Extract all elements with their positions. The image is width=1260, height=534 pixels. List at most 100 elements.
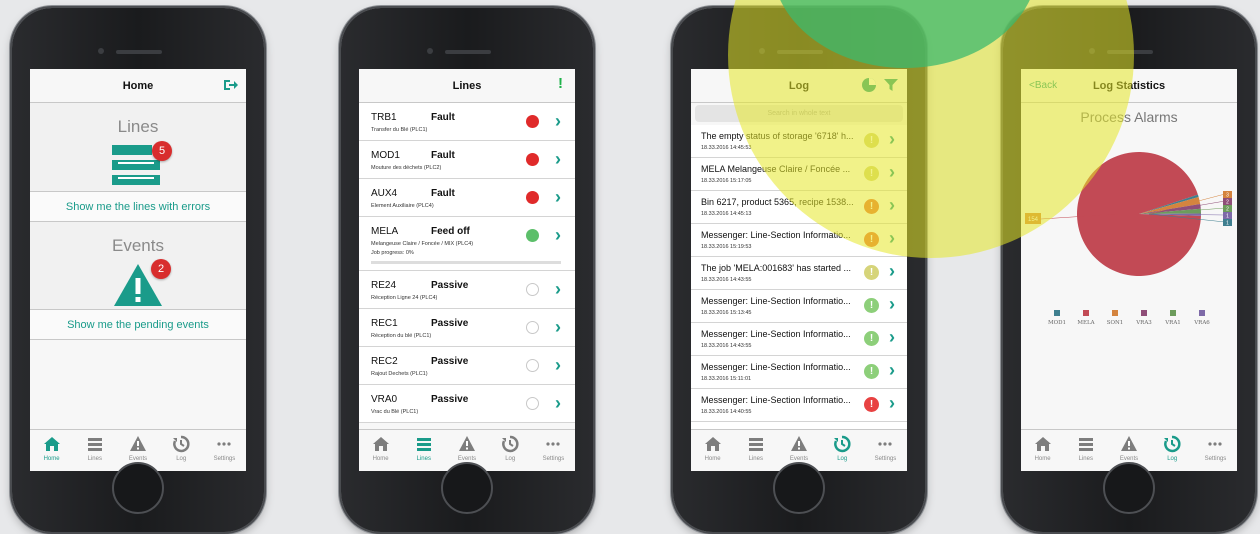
chevron-right-icon[interactable]: ›	[889, 129, 895, 150]
nav-bar: <Back Log Statistics	[1021, 69, 1237, 103]
job-progress: Job progress: 0%	[371, 250, 414, 256]
chevron-right-icon[interactable]: ›	[555, 317, 561, 338]
log-message: MELA Melangeuse Claire / Foncée ...	[701, 164, 851, 174]
tab-label: Settings	[1204, 456, 1227, 462]
chevron-right-icon[interactable]: ›	[889, 327, 895, 348]
legend-label: MOD1	[1047, 320, 1067, 326]
legend-label: SON1	[1106, 320, 1124, 326]
events-card-title: Events	[112, 236, 164, 255]
home-button[interactable]	[112, 462, 164, 514]
legend-item[interactable]: MOD1	[1043, 310, 1071, 326]
lines-card[interactable]: Lines 5 Show me the lines with errors	[30, 103, 246, 222]
chevron-right-icon[interactable]: ›	[555, 225, 561, 246]
tab-settings[interactable]: Settings	[1194, 430, 1237, 471]
legend-swatch	[1054, 310, 1060, 316]
tab-home[interactable]: Home	[691, 430, 734, 471]
more-icon	[878, 442, 893, 446]
home-button[interactable]	[773, 462, 825, 514]
log-entry[interactable]: Messenger: Line-Section Informatio... 18.…	[691, 224, 907, 257]
tab-log[interactable]: Log	[160, 430, 203, 471]
chevron-right-icon[interactable]: ›	[555, 187, 561, 208]
search-input[interactable]: Search in whole text	[695, 105, 903, 122]
lines-icon	[416, 438, 431, 451]
log-entry[interactable]: Messenger: Line-Section Informatio... 18.…	[691, 290, 907, 323]
log-message: The job 'MELA:001683' has started ...	[701, 263, 852, 273]
tab-home[interactable]: Home	[30, 430, 73, 471]
line-row[interactable]: VRA0 Passive Vrac du Blé (PLC1) ›	[359, 385, 575, 423]
tab-home[interactable]: Home	[359, 430, 402, 471]
events-card[interactable]: Events 2 Show me the pending events	[30, 222, 246, 340]
chevron-right-icon[interactable]: ›	[889, 162, 895, 183]
line-row[interactable]: MOD1 Fault Mouture des déchets (PLC2) ›	[359, 141, 575, 179]
tab-log[interactable]: Log	[489, 430, 532, 471]
tab-label: Log	[176, 456, 187, 462]
chevron-right-icon[interactable]: ›	[555, 393, 561, 414]
log-entry[interactable]: Messenger: Line-Section Informatio... 18.…	[691, 356, 907, 389]
chevron-right-icon[interactable]: ›	[889, 393, 895, 414]
status-empty-dot	[526, 321, 539, 334]
tab-lines[interactable]: Lines	[73, 430, 116, 471]
log-entry[interactable]: Messenger: Line-Section Informatio... 18.…	[691, 323, 907, 356]
chevron-right-icon[interactable]: ›	[889, 294, 895, 315]
tab-label: Lines	[1078, 456, 1093, 462]
tab-lines[interactable]: Lines	[1064, 430, 1107, 471]
log-entry[interactable]: The job 'MELA:001683' has started ... 18.…	[691, 257, 907, 290]
chevron-right-icon[interactable]: ›	[555, 355, 561, 376]
line-row[interactable]: RE24 Passive Réception Ligne 24 (PLC4) ›	[359, 271, 575, 309]
line-description: Transfer du Blé (PLC1)	[371, 127, 428, 133]
tab-log[interactable]: Log	[821, 430, 864, 471]
legend-item[interactable]: SON1	[1101, 310, 1129, 326]
status-empty-dot	[526, 397, 539, 410]
pending-events-link[interactable]: Show me the pending events	[30, 309, 246, 339]
phone-lines: Lines ! TRB1 Fault Transfer du Blé (PLC1) ›…	[341, 8, 593, 532]
line-row[interactable]: REC1 Passive Réception du blé (PLC1) ›	[359, 309, 575, 347]
lines-error-badge: 5	[152, 141, 172, 161]
log-entry[interactable]: The empty status of storage '6718' h... 1…	[691, 125, 907, 158]
chevron-right-icon[interactable]: ›	[555, 149, 561, 170]
alert-icon[interactable]: !	[558, 75, 563, 92]
home-button[interactable]	[1103, 462, 1155, 514]
legend-label: VRA6	[1194, 320, 1210, 326]
line-row[interactable]: REC2 Passive Rajout Dechets (PLC1) ›	[359, 347, 575, 385]
home-screen: Home Lines 5 Show me the lines with erro…	[30, 69, 246, 471]
chevron-right-icon[interactable]: ›	[889, 261, 895, 282]
progress-bar	[371, 261, 561, 264]
line-row[interactable]: TRB1 Fault Transfer du Blé (PLC1) ›	[359, 103, 575, 141]
lines-errors-link[interactable]: Show me the lines with errors	[30, 191, 246, 221]
log-message: Messenger: Line-Section Informatio...	[701, 230, 851, 240]
tab-home[interactable]: Home	[1021, 430, 1064, 471]
chevron-right-icon[interactable]: ›	[889, 228, 895, 249]
tab-settings[interactable]: Settings	[864, 430, 907, 471]
line-description: Mouture des déchets (PLC2)	[371, 165, 442, 171]
tab-settings[interactable]: Settings	[203, 430, 246, 471]
log-entry[interactable]: MELA Melangeuse Claire / Foncée ... 18.33…	[691, 158, 907, 191]
tab-label: Home	[1034, 456, 1051, 462]
pie-chart-icon[interactable]	[861, 77, 877, 93]
chevron-right-icon[interactable]: ›	[555, 111, 561, 132]
tab-log[interactable]: Log	[1151, 430, 1194, 471]
legend-item[interactable]: VRA3	[1130, 310, 1158, 326]
chevron-right-icon[interactable]: ›	[889, 360, 895, 381]
tab-lines[interactable]: Lines	[402, 430, 445, 471]
legend-item[interactable]: VRA1	[1159, 310, 1187, 326]
phone-log: Log Search in whole text The empty statu…	[673, 8, 925, 532]
home-button[interactable]	[441, 462, 493, 514]
tab-label: Home	[704, 456, 721, 462]
log-timestamp: 18.33.2016 14:43:55	[701, 343, 752, 349]
legend-item[interactable]: VRA6	[1188, 310, 1216, 326]
line-row[interactable]: AUX4 Fault Element Auxiliaire (PLC4) ›	[359, 179, 575, 217]
warning-icon	[130, 436, 146, 451]
legend-label: VRA3	[1136, 320, 1152, 326]
filter-icon[interactable]	[883, 77, 899, 93]
status-green-dot	[526, 229, 539, 242]
legend-item[interactable]: MELA	[1072, 310, 1100, 326]
chevron-right-icon[interactable]: ›	[889, 195, 895, 216]
tab-settings[interactable]: Settings	[532, 430, 575, 471]
chevron-right-icon[interactable]: ›	[555, 279, 561, 300]
tab-lines[interactable]: Lines	[734, 430, 777, 471]
line-row[interactable]: MELA Feed off Melangeuse Claire / Foncée /…	[359, 217, 575, 271]
logout-icon[interactable]	[222, 77, 238, 93]
log-entry[interactable]: Bin 6217, product 5365, recipe 1538... 18…	[691, 191, 907, 224]
log-entry[interactable]: Messenger: Line-Section Informatio... 18.…	[691, 389, 907, 422]
line-state: Feed off	[431, 226, 470, 237]
